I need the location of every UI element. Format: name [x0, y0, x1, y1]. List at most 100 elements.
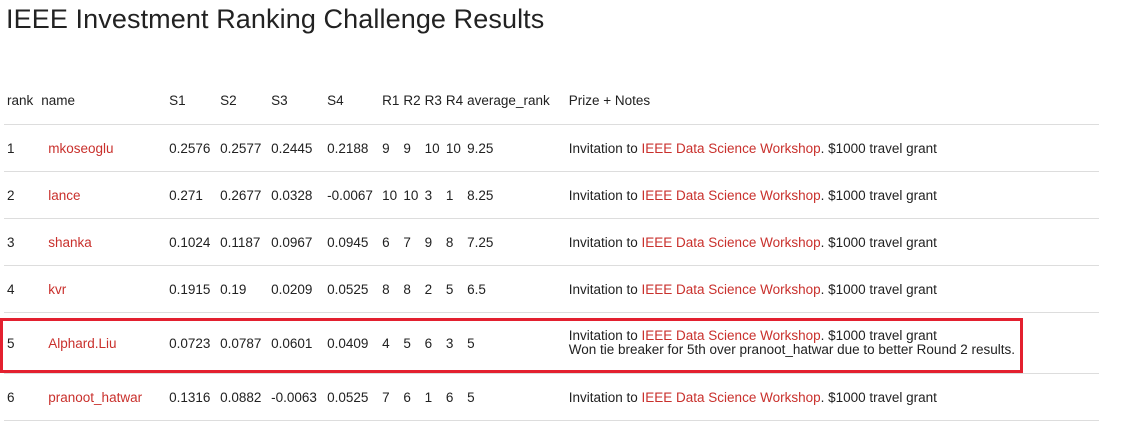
cell-prize-notes: Invitation to IEEE Data Science Workshop…	[552, 374, 1099, 421]
header-r3: R3	[424, 93, 442, 108]
prize-line: Invitation to IEEE Data Science Workshop…	[569, 329, 1015, 343]
table-row: 1 mkoseoglu 0.2576 0.2577 0.2445 0.2188 …	[4, 124, 1099, 172]
user-link[interactable]: shanka	[48, 235, 92, 250]
cell-r2: 6	[403, 389, 411, 405]
cell-name: mkoseoglu	[36, 125, 166, 172]
header-r4: R4	[445, 93, 464, 108]
cell-r3: 10	[424, 140, 440, 156]
table-header-row: rank name S1 S2 S3 S4 R1 R2 R3 R4 averag…	[4, 77, 1099, 125]
cell-s1: 0.1024	[169, 234, 211, 250]
cell-s3: 0.0601	[271, 335, 313, 351]
cell-r1: 7	[382, 389, 390, 405]
cell-average-rank: 7.25	[467, 234, 494, 250]
cell-s4: 0.0409	[327, 335, 369, 351]
cell-name: Alphard.Liu	[36, 313, 166, 374]
cell-r4: 3	[445, 335, 454, 351]
cell-s2: 0.0787	[220, 335, 262, 351]
cell-s3: 0.0209	[271, 281, 313, 297]
header-s3: S3	[271, 93, 288, 108]
cell-rank: 3	[7, 234, 15, 250]
prize-text-pre: Invitation to	[568, 281, 642, 297]
cell-average-rank: 6.5	[467, 281, 486, 297]
prize-text-post: . $1000 travel grant	[820, 140, 937, 156]
cell-r2: 10	[403, 187, 419, 203]
table-row-highlighted: 5 Alphard.Liu 0.0723 0.0787 0.0601 0.040…	[4, 312, 1099, 374]
cell-r3: 6	[424, 335, 433, 351]
cell-s3: 0.2445	[271, 140, 313, 156]
table-row: 4 kvr 0.1915 0.19 0.0209 0.0525 8 8 2 5 …	[4, 265, 1099, 313]
prize-text-pre: Invitation to	[568, 187, 642, 203]
cell-r1: 6	[382, 234, 390, 250]
cell-s2: 0.2577	[220, 140, 262, 156]
results-table: rank name S1 S2 S3 S4 R1 R2 R3 R4 averag…	[4, 77, 1099, 421]
cell-r3: 3	[424, 187, 433, 203]
cell-r4: 1	[445, 187, 454, 203]
workshop-link[interactable]: IEEE Data Science Workshop	[642, 390, 821, 405]
cell-s1: 0.2576	[169, 140, 211, 156]
cell-s4: 0.0945	[327, 234, 369, 250]
header-name: name	[41, 93, 76, 108]
cell-prize-notes: Invitation to IEEE Data Science Workshop…	[552, 266, 1099, 313]
prize-text-pre: Invitation to	[568, 234, 642, 250]
cell-r1: 9	[382, 140, 390, 156]
cell-r4: 8	[445, 234, 454, 250]
tie-breaker-note: Won tie breaker for 5th over pranoot_hat…	[568, 342, 1015, 357]
workshop-link[interactable]: IEEE Data Science Workshop	[642, 235, 821, 250]
cell-r2: 8	[403, 281, 411, 297]
cell-rank: 6	[7, 389, 15, 405]
cell-r1: 4	[382, 335, 390, 351]
cell-s4: 0.0525	[327, 389, 369, 405]
cell-prize-notes: Invitation to IEEE Data Science Workshop…	[552, 219, 1099, 266]
header-r1: R1	[382, 93, 400, 108]
cell-r4: 6	[445, 389, 454, 405]
cell-average-rank: 8.25	[467, 187, 494, 203]
cell-rank: 2	[7, 187, 15, 203]
user-link[interactable]: mkoseoglu	[48, 141, 113, 156]
cell-s4: -0.0067	[327, 187, 373, 203]
cell-s2: 0.1187	[220, 234, 261, 250]
cell-s2: 0.2677	[220, 187, 262, 203]
cell-average-rank: 5	[467, 389, 475, 405]
prize-text-post: . $1000 travel grant	[820, 234, 937, 250]
workshop-link[interactable]: IEEE Data Science Workshop	[642, 141, 821, 156]
cell-average-rank: 5	[467, 335, 475, 351]
table-row: 2 lance 0.271 0.2677 0.0328 -0.0067 10 1…	[4, 171, 1099, 219]
cell-r3: 1	[424, 389, 433, 405]
prize-text-pre: Invitation to	[568, 140, 642, 156]
cell-name: pranoot_hatwar	[36, 374, 166, 421]
cell-s1: 0.1316	[169, 389, 211, 405]
cell-r2: 9	[403, 140, 411, 156]
cell-r4: 5	[445, 281, 454, 297]
cell-s3: -0.0063	[271, 389, 317, 405]
prize-text-post: . $1000 travel grant	[820, 281, 937, 297]
page-title: IEEE Investment Ranking Challenge Result…	[6, 4, 545, 34]
prize-text-pre: Invitation to	[568, 328, 642, 343]
cell-r2: 7	[403, 234, 411, 250]
cell-r4: 10	[445, 140, 461, 156]
cell-s1: 0.271	[169, 187, 203, 203]
cell-s2: 0.0882	[220, 389, 262, 405]
cell-average-rank: 9.25	[467, 140, 494, 156]
user-link[interactable]: lance	[48, 188, 80, 203]
cell-s3: 0.0967	[271, 234, 313, 250]
workshop-link[interactable]: IEEE Data Science Workshop	[642, 328, 821, 343]
cell-prize-notes: Invitation to IEEE Data Science Workshop…	[552, 313, 1099, 374]
cell-s3: 0.0328	[271, 187, 313, 203]
cell-name: lance	[36, 172, 166, 219]
cell-name: kvr	[36, 266, 166, 313]
prize-text-post: . $1000 travel grant	[820, 328, 937, 343]
header-s1: S1	[169, 93, 186, 108]
header-s4: S4	[327, 93, 344, 108]
user-link[interactable]: kvr	[48, 282, 66, 297]
user-link[interactable]: pranoot_hatwar	[48, 390, 142, 405]
prize-text-post: . $1000 travel grant	[820, 187, 937, 203]
workshop-link[interactable]: IEEE Data Science Workshop	[642, 282, 821, 297]
cell-r3: 2	[424, 281, 433, 297]
workshop-link[interactable]: IEEE Data Science Workshop	[642, 188, 821, 203]
cell-rank: 1	[7, 140, 15, 156]
user-link[interactable]: Alphard.Liu	[48, 336, 116, 351]
header-prize-notes: Prize + Notes	[568, 93, 651, 108]
cell-r2: 5	[403, 335, 411, 351]
header-r2: R2	[403, 93, 421, 108]
cell-r3: 9	[424, 234, 433, 250]
